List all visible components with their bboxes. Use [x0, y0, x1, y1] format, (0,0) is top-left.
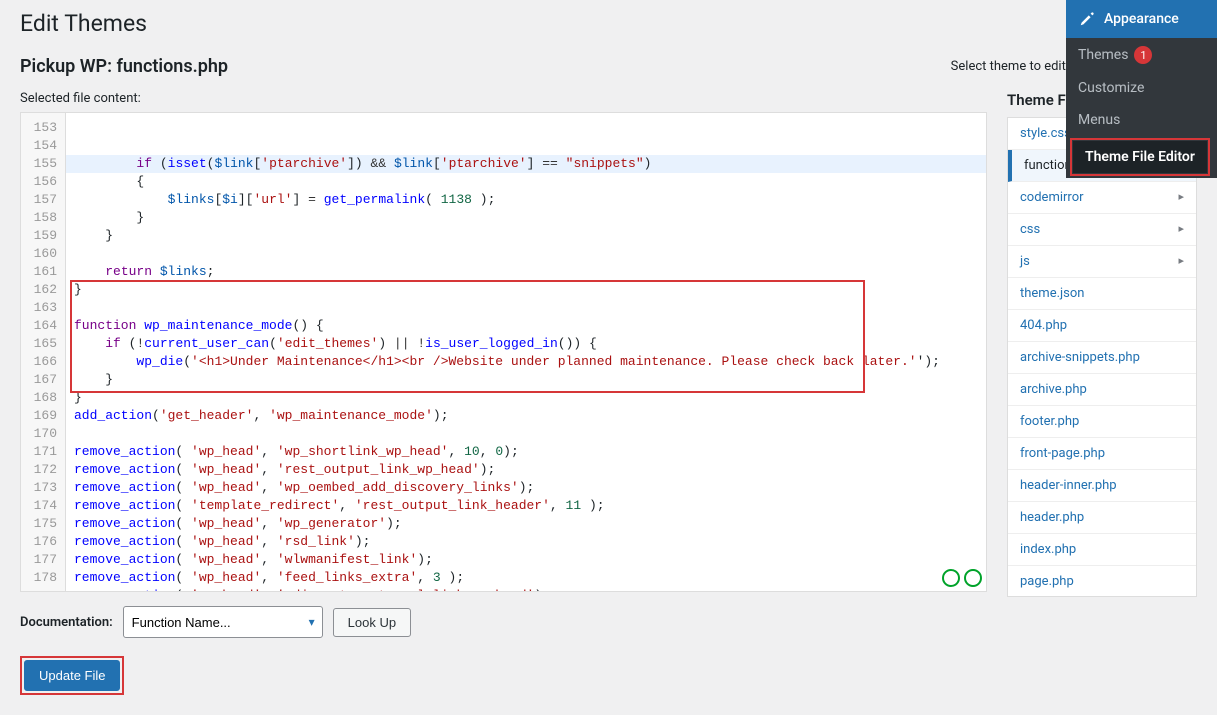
code-line[interactable]: remove_action( 'wp_head', 'rsd_link'); — [74, 533, 978, 551]
menu-item-themes[interactable]: Themes 1 — [1066, 38, 1217, 72]
file-archive-php[interactable]: archive.php — [1008, 374, 1196, 405]
code-line[interactable] — [74, 245, 978, 263]
theme-files-list: style.cssfunctions.phpcodemirrorcssjsthe… — [1007, 117, 1197, 597]
code-line[interactable]: remove_action( 'wp_head', 'wp_oembed_add… — [74, 479, 978, 497]
code-line[interactable]: if (isset($link['ptarchive']) && $link['… — [66, 155, 986, 173]
file-page-php[interactable]: page.php — [1008, 566, 1196, 597]
file-css[interactable]: css — [1008, 214, 1196, 245]
file-footer-php[interactable]: footer.php — [1008, 406, 1196, 437]
code-line[interactable]: } — [74, 209, 978, 227]
code-line[interactable]: } — [74, 227, 978, 245]
menu-item-menus[interactable]: Menus — [1066, 104, 1217, 136]
code-line[interactable]: remove_action( 'wp_head', 'rest_output_l… — [74, 461, 978, 479]
lookup-button[interactable]: Look Up — [333, 608, 411, 637]
file-theme-json[interactable]: theme.json — [1008, 278, 1196, 309]
file-front-page-php[interactable]: front-page.php — [1008, 438, 1196, 469]
code-line[interactable]: remove_action( 'wp_head', 'wp_generator'… — [74, 515, 978, 533]
code-line[interactable]: remove_action( 'wp_head', 'wp_shortlink_… — [74, 443, 978, 461]
menu-item-customize[interactable]: Customize — [1066, 72, 1217, 104]
file-index-php[interactable]: index.php — [1008, 534, 1196, 565]
menu-head-appearance[interactable]: Appearance — [1066, 0, 1217, 38]
code-line[interactable] — [74, 299, 978, 317]
code-line[interactable]: remove_action( 'wp_head', 'wlwmanifest_l… — [74, 551, 978, 569]
code-line[interactable]: } — [74, 389, 978, 407]
update-badge: 1 — [1134, 46, 1152, 64]
code-line[interactable]: return $links; — [74, 263, 978, 281]
file-header-php[interactable]: header.php — [1008, 502, 1196, 533]
theme-select-label: Select theme to edit: — [951, 59, 1069, 74]
code-line[interactable]: function wp_maintenance_mode() { — [74, 317, 978, 335]
grammarly-icons — [942, 569, 982, 587]
appearance-menu: Appearance Themes 1CustomizeMenus Theme F… — [1066, 0, 1217, 178]
code-line[interactable]: remove_action( 'wp_head', 'adjacent_post… — [74, 587, 978, 591]
file-404-php[interactable]: 404.php — [1008, 310, 1196, 341]
menu-head-label: Appearance — [1104, 11, 1179, 27]
code-line[interactable]: if (!current_user_can('edit_themes') || … — [74, 335, 978, 353]
code-line[interactable]: remove_action( 'template_redirect', 'res… — [74, 497, 978, 515]
code-line[interactable]: remove_action( 'wp_head', 'feed_links_ex… — [74, 569, 978, 587]
file-header-inner-php[interactable]: header-inner.php — [1008, 470, 1196, 501]
code-line[interactable] — [74, 425, 978, 443]
page-title: Edit Themes — [20, 10, 1197, 37]
code-line[interactable]: } — [74, 281, 978, 299]
selected-file-label: Selected file content: — [20, 91, 987, 106]
documentation-label: Documentation: — [20, 615, 113, 630]
brush-icon — [1078, 10, 1096, 28]
code-line[interactable]: add_action('get_header', 'wp_maintenance… — [74, 407, 978, 425]
file-js[interactable]: js — [1008, 246, 1196, 277]
code-line[interactable]: { — [74, 173, 978, 191]
file-codemirror[interactable]: codemirror — [1008, 182, 1196, 213]
documentation-select[interactable]: Function Name... — [123, 606, 323, 638]
file-archive-snippets-php[interactable]: archive-snippets.php — [1008, 342, 1196, 373]
file-title: Pickup WP: functions.php — [20, 56, 228, 77]
update-file-button[interactable]: Update File — [24, 660, 120, 691]
code-line[interactable]: $links[$i]['url'] = get_permalink( 1138 … — [74, 191, 978, 209]
code-line[interactable]: } — [74, 371, 978, 389]
menu-item-theme-file-editor[interactable]: Theme File Editor — [1073, 141, 1207, 173]
code-editor[interactable]: 1531541551561571581591601611621631641651… — [20, 112, 987, 592]
code-line[interactable]: wp_die('<h1>Under Maintenance</h1><br />… — [74, 353, 978, 371]
